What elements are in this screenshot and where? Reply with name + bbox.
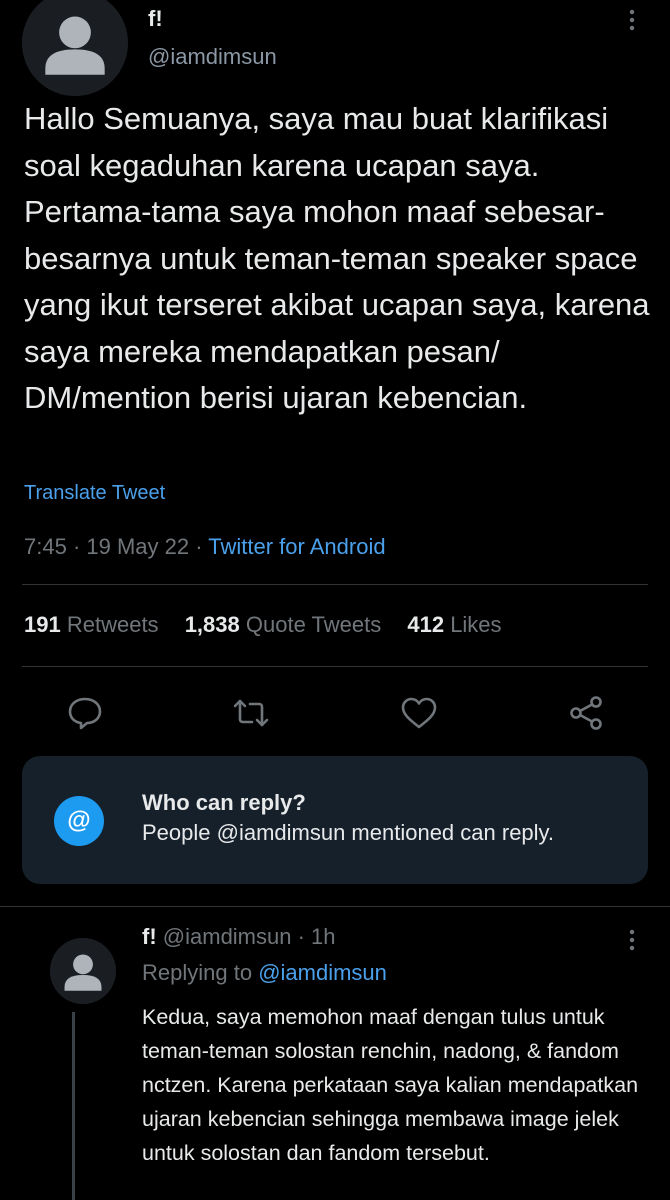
divider bbox=[0, 906, 670, 907]
quote-tweets-count: 1,838 bbox=[184, 612, 240, 637]
reply-text: Kedua, saya memohon maaf dengan tulus un… bbox=[142, 1005, 639, 1165]
reply-header: f! @iamdimsun · 1h bbox=[142, 924, 336, 950]
default-avatar-icon bbox=[50, 938, 116, 1004]
reply-author-handle[interactable]: @iamdimsun bbox=[163, 924, 292, 949]
meta-separator: · bbox=[189, 534, 209, 559]
author-handle[interactable]: @iamdimsun bbox=[148, 44, 277, 70]
reply-author-name[interactable]: f! bbox=[142, 924, 157, 949]
likes-label: Likes bbox=[450, 612, 502, 637]
like-icon[interactable] bbox=[398, 692, 440, 734]
divider bbox=[22, 666, 648, 667]
who-can-reply-title: Who can reply? bbox=[142, 790, 306, 815]
quote-tweets-stat[interactable]: 1,838 Quote Tweets bbox=[185, 612, 402, 637]
tweet-source-link[interactable]: Twitter for Android bbox=[208, 534, 385, 559]
tweet-time: 7:45 bbox=[24, 534, 67, 559]
retweets-count: 191 bbox=[24, 612, 61, 637]
author-avatar[interactable] bbox=[22, 0, 128, 96]
more-options-icon[interactable] bbox=[622, 6, 642, 34]
replying-to-prefix: Replying to bbox=[142, 960, 253, 985]
retweets-stat[interactable]: 191 Retweets bbox=[24, 612, 179, 637]
tweet-metadata: 7:45 · 19 May 22 · Twitter for Android bbox=[24, 534, 386, 560]
more-options-icon[interactable] bbox=[622, 926, 642, 954]
replying-to-mention[interactable]: @iamdimsun bbox=[258, 960, 387, 985]
likes-count: 412 bbox=[407, 612, 445, 637]
author-name[interactable]: f! bbox=[148, 6, 163, 32]
divider bbox=[22, 584, 648, 585]
translate-tweet-link[interactable]: Translate Tweet bbox=[24, 482, 165, 505]
likes-stat[interactable]: 412 Likes bbox=[407, 612, 521, 637]
tweet-text: Hallo Semuanya, saya mau buat klarifikas… bbox=[24, 101, 650, 415]
who-can-reply-card: @ Who can reply? People @iamdimsun menti… bbox=[22, 756, 648, 884]
retweets-label: Retweets bbox=[66, 612, 159, 637]
tweet-date: 19 May 22 bbox=[86, 534, 190, 559]
who-can-reply-description: People @iamdimsun mentioned can reply. bbox=[142, 820, 555, 845]
reply-separator: · bbox=[291, 924, 312, 949]
reply-author-avatar[interactable] bbox=[50, 938, 116, 1004]
mention-icon: @ bbox=[54, 796, 104, 846]
meta-separator: · bbox=[66, 534, 87, 559]
reply-icon[interactable] bbox=[64, 692, 106, 734]
reply-age: 1h bbox=[311, 924, 336, 949]
thread-line bbox=[72, 1012, 75, 1200]
retweet-icon[interactable] bbox=[230, 692, 272, 734]
default-avatar-icon bbox=[22, 0, 128, 96]
replying-to: Replying to @iamdimsun bbox=[142, 960, 387, 986]
share-icon[interactable] bbox=[566, 692, 608, 734]
quote-tweets-label: Quote Tweets bbox=[245, 612, 382, 637]
tweet-stats: 191 Retweets 1,838 Quote Tweets 412 Like… bbox=[24, 612, 522, 638]
